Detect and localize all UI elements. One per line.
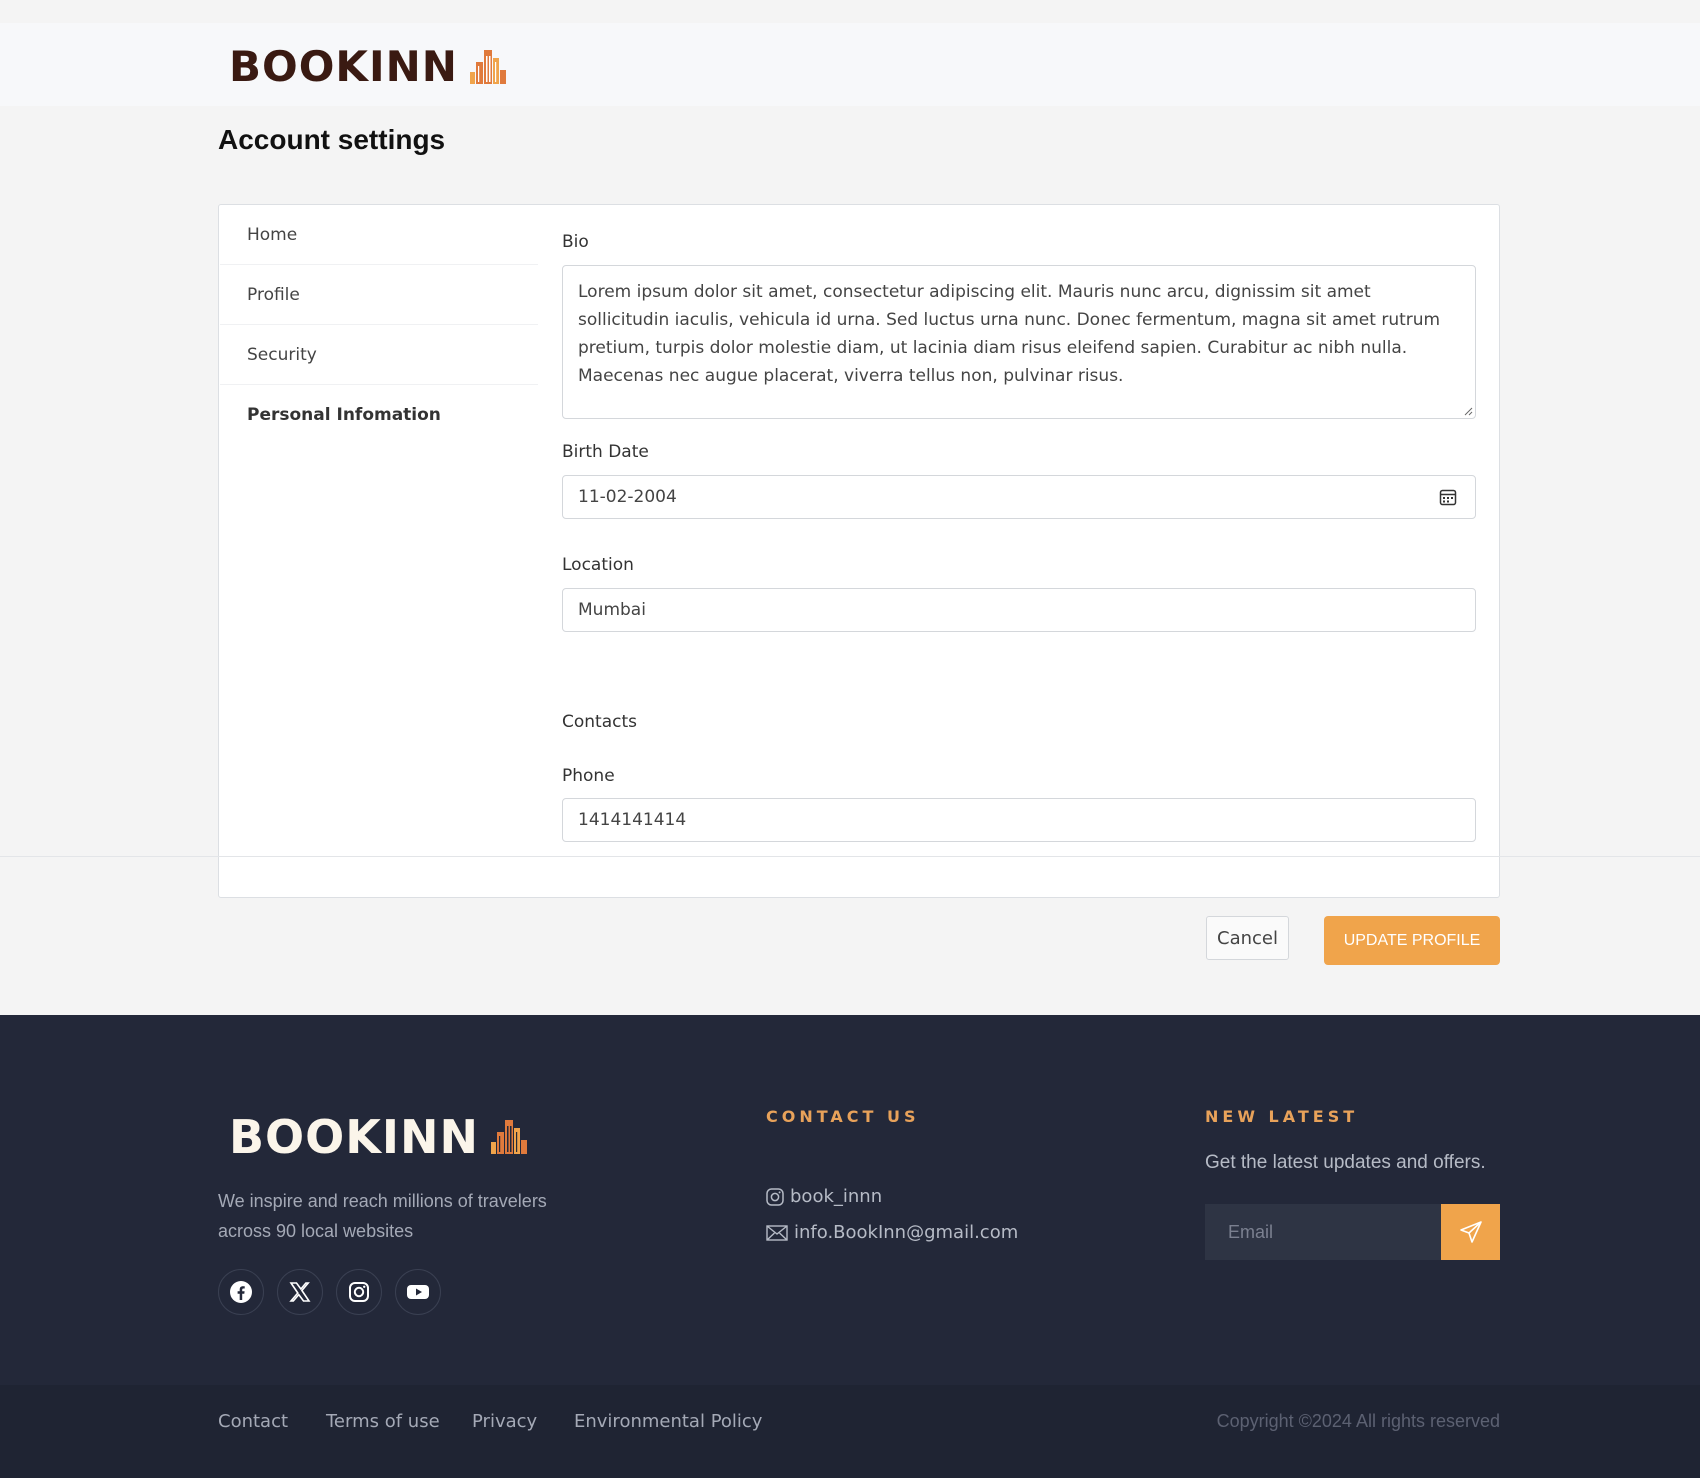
phone-label: Phone: [562, 766, 615, 786]
youtube-link[interactable]: [395, 1269, 441, 1315]
phone-value: 1414141414: [578, 810, 687, 830]
settings-sidebar: Home Profile Security Personal Infomatio…: [220, 205, 538, 445]
instagram-link[interactable]: [336, 1269, 382, 1315]
instagram-icon: [766, 1187, 784, 1206]
footer-link-privacy[interactable]: Privacy: [472, 1411, 537, 1432]
newsletter-send-button[interactable]: [1441, 1204, 1500, 1260]
envelope-icon: [766, 1224, 788, 1241]
birth-date-label: Birth Date: [562, 442, 649, 462]
footer-link-contact[interactable]: Contact: [218, 1411, 288, 1432]
update-profile-button[interactable]: UPDATE PROFILE: [1324, 916, 1500, 965]
newsletter-email-input[interactable]: Email: [1205, 1204, 1441, 1260]
new-latest-heading: NEW LATEST: [1205, 1107, 1359, 1126]
building-logo-icon: [491, 1120, 528, 1154]
location-value: Mumbai: [578, 600, 646, 620]
facebook-link[interactable]: [218, 1269, 264, 1315]
building-logo-icon: [469, 49, 506, 84]
contacts-heading: Contacts: [562, 712, 637, 732]
cancel-button[interactable]: Cancel: [1206, 916, 1289, 960]
footer-logo-wordmark: BOOKINN: [229, 1110, 480, 1164]
footer-link-environmental-policy[interactable]: Environmental Policy: [574, 1411, 762, 1432]
x-icon: [289, 1282, 311, 1302]
contact-email: info.BookInn@gmail.com: [794, 1222, 1019, 1243]
resize-grip-icon[interactable]: [1464, 407, 1473, 416]
sidebar-item-personal-information[interactable]: Personal Infomation: [220, 385, 538, 445]
email-placeholder: Email: [1228, 1221, 1274, 1242]
email-link[interactable]: info.BookInn@gmail.com: [766, 1222, 1018, 1243]
newsletter-text: Get the latest updates and offers.: [1205, 1152, 1486, 1173]
sidebar-item-profile[interactable]: Profile: [220, 265, 538, 325]
bio-text: Lorem ipsum dolor sit amet, consectetur …: [578, 282, 1441, 386]
logo-wordmark: BOOKINN: [229, 42, 458, 91]
footer-logo[interactable]: BOOKINN: [229, 1110, 528, 1164]
birth-date-value: 11-02-2004: [578, 487, 677, 507]
instagram-handle-link[interactable]: book_innn: [766, 1186, 882, 1207]
x-link[interactable]: [277, 1269, 323, 1315]
facebook-icon: [230, 1281, 252, 1303]
birth-date-input[interactable]: 11-02-2004: [562, 475, 1476, 519]
page-title: Account settings: [218, 124, 446, 155]
location-input[interactable]: Mumbai: [562, 588, 1476, 632]
bio-label: Bio: [562, 232, 589, 252]
divider-line: [0, 856, 1700, 857]
location-label: Location: [562, 555, 634, 575]
header-logo[interactable]: BOOKINN: [229, 42, 506, 91]
instagram-icon: [349, 1282, 369, 1302]
footer-link-terms[interactable]: Terms of use: [326, 1411, 440, 1432]
send-icon: [1459, 1221, 1482, 1243]
calendar-icon[interactable]: [1439, 488, 1457, 506]
sidebar-item-home[interactable]: Home: [220, 205, 538, 265]
sidebar-item-security[interactable]: Security: [220, 325, 538, 385]
youtube-icon: [407, 1285, 429, 1299]
phone-input[interactable]: 1414141414: [562, 798, 1476, 842]
instagram-handle: book_innn: [790, 1186, 883, 1207]
footer-tagline: We inspire and reach millions of travele…: [218, 1191, 547, 1241]
copyright-text: Copyright ©2024 All rights reserved: [1216, 1411, 1500, 1431]
contact-us-heading: CONTACT US: [766, 1107, 920, 1126]
bio-textarea[interactable]: Lorem ipsum dolor sit amet, consectetur …: [562, 265, 1476, 419]
